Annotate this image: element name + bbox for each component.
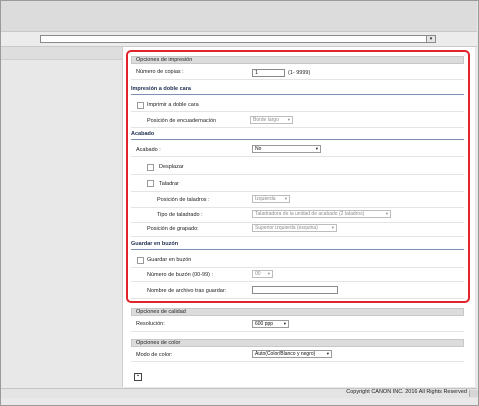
punch-position-select[interactable]: Izquierda ▾ [252, 195, 290, 203]
title-bar [1, 1, 477, 32]
punch-position-label: Posición de taladros : [157, 197, 210, 203]
mailbox-filename-row: Nombre de archivo tras guardar: [131, 285, 464, 299]
left-panel-header [1, 47, 122, 60]
punch-type-select[interactable]: Taladradora de la unidad de acabado (2 t… [252, 210, 391, 218]
punch-type-label: Tipo de taladrado : [157, 212, 203, 218]
mailbox-number-row: Número de buzón (00-99) : 00 ▾ [131, 268, 464, 282]
binding-row: Posición de encuadernación Borde largo ▾ [131, 114, 464, 128]
copyright-text: Copyright CANON INC. 2016 All Rights Res… [346, 389, 467, 395]
offset-checkbox[interactable] [147, 164, 154, 171]
chevron-down-icon: ▾ [385, 211, 388, 216]
document-icon[interactable]: ▪ [134, 373, 142, 381]
resolution-row: Resolución: 600 ppp ▾ [131, 318, 464, 332]
copies-label: Número de copias : [136, 69, 184, 75]
finishing-row: Acabado : No ▾ [131, 143, 464, 157]
finishing-select[interactable]: No ▾ [252, 145, 321, 153]
color-header: Opciones de color [131, 339, 464, 347]
mailbox-number-value: 00 [255, 271, 261, 277]
mailbox-number-label: Número de buzón (00-99) : [147, 272, 214, 278]
punch-checkbox[interactable] [147, 180, 154, 187]
mailbox-filename-label: Nombre de archivo tras guardar: [147, 288, 227, 294]
punch-label: Taladrar [159, 181, 179, 187]
mailbox-number-select[interactable]: 00 ▾ [252, 270, 273, 278]
finishing-select-value: No [255, 146, 262, 152]
punch-position-row: Posición de taladros : Izquierda ▾ [131, 194, 464, 208]
finishing-label: Acabado : [136, 147, 161, 153]
left-panel [1, 47, 123, 387]
chevron-down-icon: ▾ [283, 321, 286, 326]
resolution-value: 600 ppp [255, 321, 274, 327]
chevron-down-icon: ▾ [315, 146, 318, 151]
chevron-down-icon: ▾ [284, 196, 287, 201]
color-mode-value: Auto(Color/Blanco y negro) [255, 351, 316, 357]
chevron-down-icon: ▾ [287, 117, 290, 122]
offset-row: Desplazar [131, 161, 464, 175]
binding-select[interactable]: Borde largo ▾ [250, 116, 293, 124]
staple-value: Superior izquierda (esquina) [255, 225, 318, 231]
duplex-checkbox[interactable] [137, 102, 144, 109]
copies-row: Número de copias : 1 (1- 9999) [131, 66, 464, 80]
quality-header: Opciones de calidad [131, 308, 464, 316]
staple-select[interactable]: Superior izquierda (esquina) ▾ [252, 224, 337, 232]
mailbox-row: Guardar en buzón [131, 254, 464, 268]
resolution-select[interactable]: 600 ppp ▾ [252, 320, 289, 328]
chevron-down-icon: ▾ [326, 351, 329, 356]
mailbox-label: Guardar en buzón [147, 257, 192, 263]
staple-row: Posición de grapado: Superior izquierda … [131, 223, 464, 237]
color-mode-row: Modo de color: Auto(Color/Blanco y negro… [131, 348, 464, 362]
duplex-header: Impresión a doble cara [131, 86, 464, 95]
duplex-row: Imprimir a doble cara [131, 98, 464, 112]
chevron-down-icon: ▾ [331, 225, 334, 230]
staple-label: Posición de grapado: [147, 226, 199, 232]
chevron-down-icon[interactable]: ▾ [426, 36, 435, 42]
mailbox-header: Guardar en buzón [131, 241, 464, 250]
chevron-down-icon: ▾ [267, 271, 270, 276]
finishing-header: Acabado [131, 131, 464, 140]
address-bar[interactable]: ▾ [40, 35, 436, 43]
mailbox-checkbox[interactable] [137, 257, 144, 264]
mailbox-filename-input[interactable] [252, 286, 338, 294]
print-options-header: Opciones de impresión [131, 56, 464, 64]
binding-select-value: Borde largo [253, 117, 279, 123]
punch-type-row: Tipo de taladrado : Taladradora de la un… [131, 209, 464, 223]
offset-label: Desplazar [159, 164, 184, 170]
scrollbar[interactable] [469, 390, 478, 397]
copies-input[interactable]: 1 [252, 69, 285, 77]
copies-range: (1- 9999) [288, 70, 311, 76]
color-mode-select[interactable]: Auto(Color/Blanco y negro) ▾ [252, 350, 332, 358]
punch-row: Taladrar [131, 178, 464, 192]
duplex-label: Imprimir a doble cara [147, 102, 199, 108]
color-mode-label: Modo de color: [136, 352, 173, 358]
binding-label: Posición de encuadernación [147, 118, 217, 124]
punch-type-value: Taladradora de la unidad de acabado (2 t… [255, 211, 365, 217]
resolution-label: Resolución: [136, 321, 165, 327]
punch-position-value: Izquierda [255, 196, 276, 202]
